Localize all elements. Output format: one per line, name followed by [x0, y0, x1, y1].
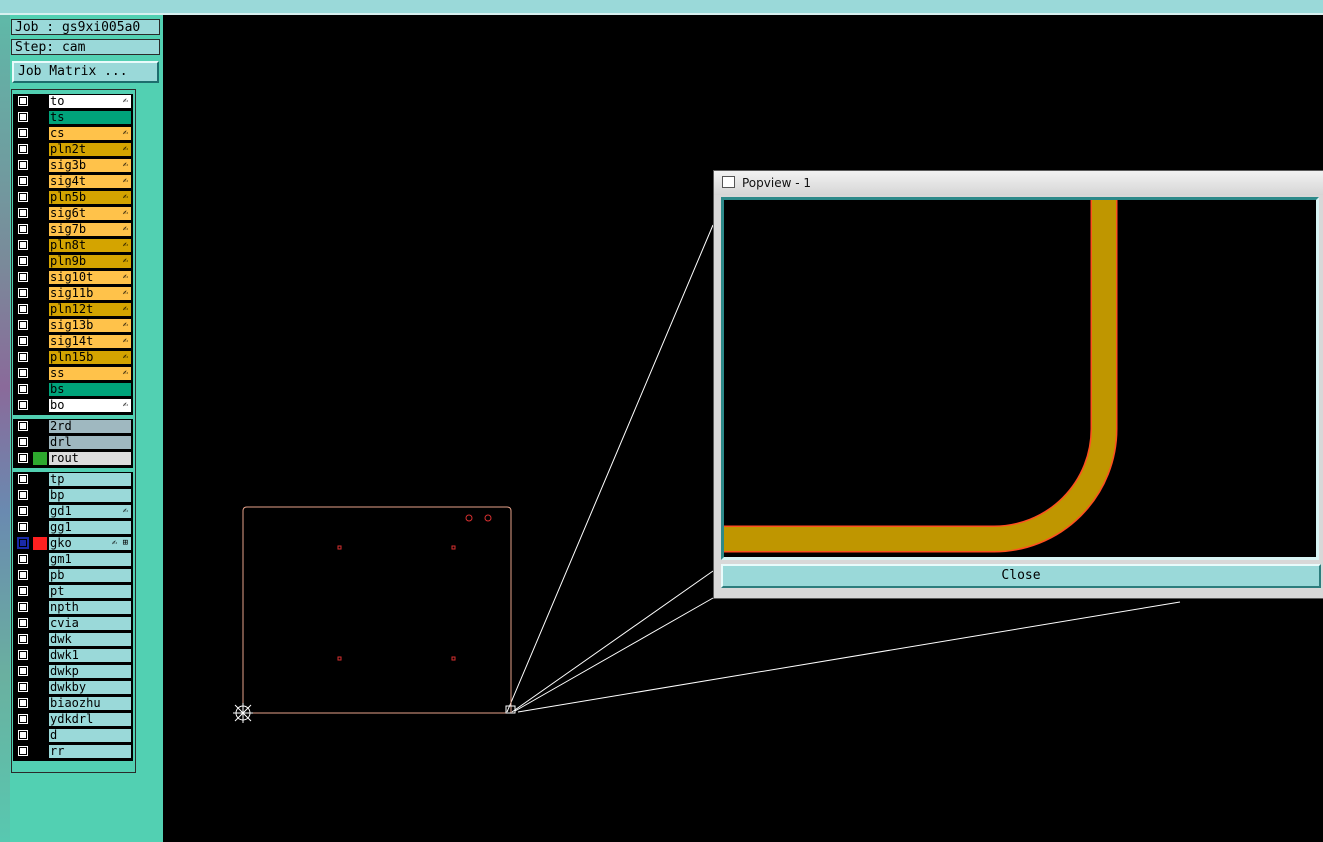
popview-titlebar[interactable]: Popview - 1 [714, 171, 1323, 195]
callout-line [514, 597, 714, 712]
trace-edge [724, 200, 1118, 553]
fiducial-marker [337, 545, 342, 550]
copper-trace [724, 200, 1116, 551]
fiducial-marker [451, 545, 456, 550]
close-button[interactable]: Close [721, 564, 1321, 588]
callout-line [517, 601, 1181, 713]
popview-title: Popview - 1 [742, 176, 811, 190]
tooling-hole [465, 514, 473, 522]
window-app-icon [722, 176, 735, 188]
fiducial-marker [451, 656, 456, 661]
trace-zoom-view [724, 200, 1118, 553]
popview-window[interactable]: Popview - 1 Close [713, 170, 1323, 599]
popview-canvas[interactable] [721, 197, 1319, 560]
board-outline [242, 506, 512, 714]
callout-line [506, 224, 714, 713]
board-profile [242, 506, 516, 714]
tooling-hole [484, 514, 492, 522]
callout-line [511, 570, 714, 713]
datum-origin-icon [233, 703, 253, 723]
fiducial-marker [337, 656, 342, 661]
